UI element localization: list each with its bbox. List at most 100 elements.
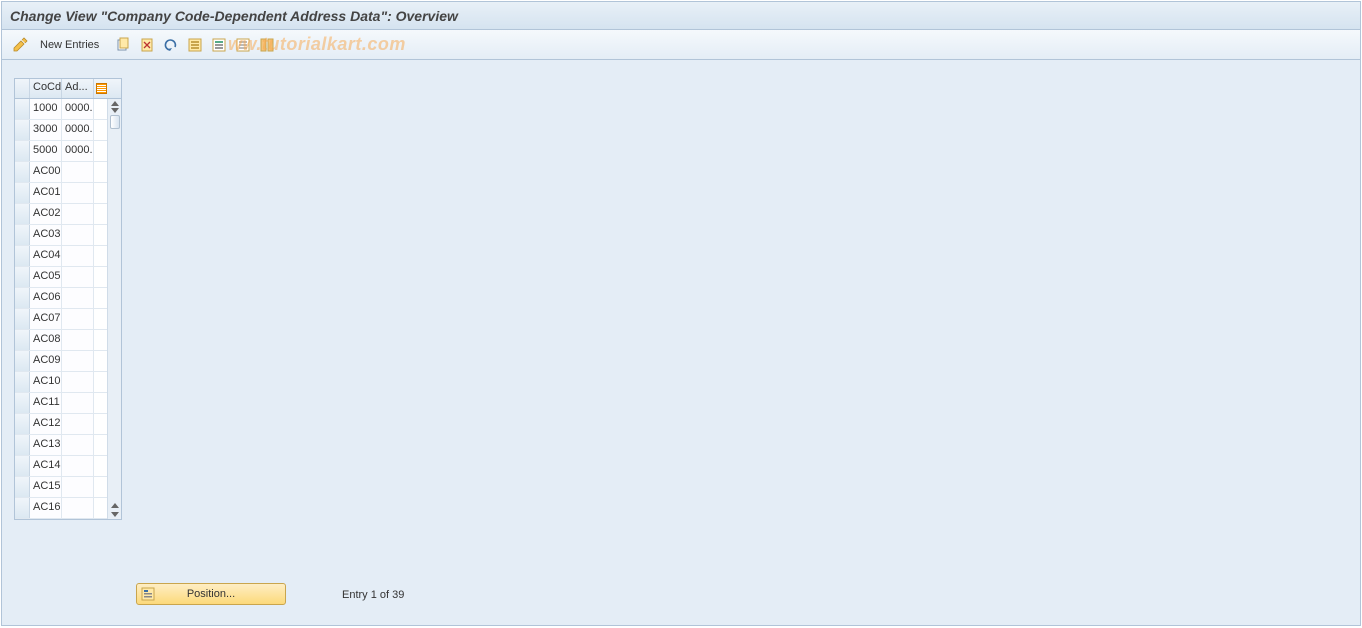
cell-cocd[interactable]: AC06 (30, 288, 62, 308)
edit-pencil-icon[interactable] (10, 35, 30, 55)
position-label: Position... (187, 588, 235, 600)
new-entries-button[interactable]: New Entries (34, 37, 105, 53)
table-row: AC06 (15, 288, 107, 309)
row-selector[interactable] (15, 498, 30, 518)
scroll-thumb[interactable] (110, 115, 120, 129)
cell-cocd[interactable]: AC13 (30, 435, 62, 455)
cell-address[interactable] (62, 414, 94, 434)
cell-cocd[interactable]: AC04 (30, 246, 62, 266)
scroll-up-icon[interactable] (111, 101, 119, 106)
row-selector[interactable] (15, 372, 30, 392)
position-button[interactable]: Position... (136, 583, 286, 605)
cell-cocd[interactable]: AC16 (30, 498, 62, 518)
row-selector[interactable] (15, 267, 30, 287)
row-selector[interactable] (15, 309, 30, 329)
cell-address[interactable] (62, 477, 94, 497)
table-config-button[interactable] (94, 79, 108, 98)
cell-cocd[interactable]: AC07 (30, 309, 62, 329)
row-selector[interactable] (15, 393, 30, 413)
cell-cocd[interactable]: AC09 (30, 351, 62, 371)
row-selector[interactable] (15, 204, 30, 224)
cell-cocd[interactable]: AC14 (30, 456, 62, 476)
cell-address[interactable]: 0000. (62, 99, 94, 119)
cell-address[interactable]: 0000. (62, 141, 94, 161)
entry-status-text: Entry 1 of 39 (342, 589, 404, 601)
scroll-down-icon[interactable] (111, 108, 119, 113)
cell-cocd[interactable]: 1000 (30, 99, 62, 119)
cell-address[interactable] (62, 162, 94, 182)
table-row: AC15 (15, 477, 107, 498)
table-row: AC16 (15, 498, 107, 519)
scroll-page-down-icon[interactable] (111, 512, 119, 517)
row-selector[interactable] (15, 246, 30, 266)
row-selector[interactable] (15, 99, 30, 119)
cell-cocd[interactable]: AC01 (30, 183, 62, 203)
cell-cocd[interactable]: AC11 (30, 393, 62, 413)
column-header-cocd[interactable]: CoCd (30, 79, 62, 98)
cell-address[interactable] (62, 288, 94, 308)
table-row: AC09 (15, 351, 107, 372)
toolbar: New Entries ww.tutorialkart.com (2, 30, 1360, 60)
row-selector[interactable] (15, 477, 30, 497)
row-selector[interactable] (15, 330, 30, 350)
row-selector[interactable] (15, 351, 30, 371)
table-row: AC00 (15, 162, 107, 183)
select-all-icon[interactable] (185, 35, 205, 55)
undo-icon[interactable] (161, 35, 181, 55)
table-row: 30000000. (15, 120, 107, 141)
cell-address[interactable] (62, 372, 94, 392)
cell-address[interactable] (62, 267, 94, 287)
table-row: 50000000. (15, 141, 107, 162)
cell-cocd[interactable]: AC03 (30, 225, 62, 245)
row-selector[interactable] (15, 162, 30, 182)
cell-address[interactable] (62, 498, 94, 518)
select-block-icon[interactable] (209, 35, 229, 55)
cell-address[interactable] (62, 204, 94, 224)
scroll-page-up-icon[interactable] (111, 503, 119, 508)
cell-address[interactable] (62, 435, 94, 455)
table-row: 10000000. (15, 99, 107, 120)
table-row: AC11 (15, 393, 107, 414)
deselect-all-icon[interactable] (233, 35, 253, 55)
copy-icon[interactable] (113, 35, 133, 55)
cell-cocd[interactable]: 3000 (30, 120, 62, 140)
cell-address[interactable] (62, 330, 94, 350)
cell-cocd[interactable]: AC10 (30, 372, 62, 392)
cell-address[interactable] (62, 246, 94, 266)
column-header-address[interactable]: Ad... (62, 79, 94, 98)
delete-icon[interactable] (137, 35, 157, 55)
table-row: AC05 (15, 267, 107, 288)
cell-cocd[interactable]: AC08 (30, 330, 62, 350)
cell-cocd[interactable]: AC15 (30, 477, 62, 497)
table-row: AC01 (15, 183, 107, 204)
cell-address[interactable] (62, 393, 94, 413)
cell-address[interactable] (62, 225, 94, 245)
table-row: AC04 (15, 246, 107, 267)
row-selector[interactable] (15, 183, 30, 203)
cell-address[interactable] (62, 309, 94, 329)
scrollbar[interactable] (107, 99, 121, 519)
table-row: AC14 (15, 456, 107, 477)
cell-address[interactable] (62, 456, 94, 476)
cell-cocd[interactable]: AC05 (30, 267, 62, 287)
table-header-row: CoCd Ad... (15, 79, 121, 99)
row-selector[interactable] (15, 225, 30, 245)
cell-cocd[interactable]: 5000 (30, 141, 62, 161)
row-selector[interactable] (15, 288, 30, 308)
cell-address[interactable]: 0000. (62, 120, 94, 140)
row-selector[interactable] (15, 456, 30, 476)
cell-cocd[interactable]: AC02 (30, 204, 62, 224)
table-settings-icon[interactable] (257, 35, 277, 55)
data-table: CoCd Ad... 10000000.30000000.50000000.AC… (14, 78, 122, 520)
row-selector[interactable] (15, 414, 30, 434)
row-selector[interactable] (15, 120, 30, 140)
cell-cocd[interactable]: AC12 (30, 414, 62, 434)
select-all-rows[interactable] (15, 79, 30, 98)
table-row: AC07 (15, 309, 107, 330)
row-selector[interactable] (15, 435, 30, 455)
table-row: AC12 (15, 414, 107, 435)
cell-address[interactable] (62, 351, 94, 371)
cell-address[interactable] (62, 183, 94, 203)
row-selector[interactable] (15, 141, 30, 161)
cell-cocd[interactable]: AC00 (30, 162, 62, 182)
